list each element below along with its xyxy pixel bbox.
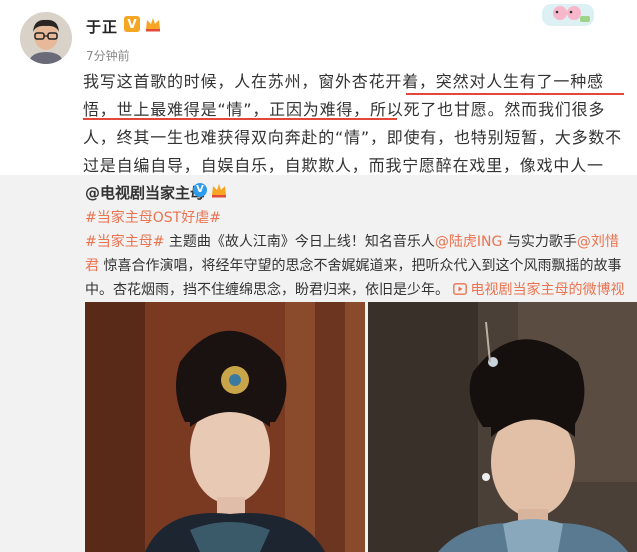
v-badge-icon: V	[124, 16, 140, 32]
post-time[interactable]: 7分钟前	[86, 47, 130, 64]
hashtag-link[interactable]: #当家主母OST好虐#	[85, 207, 221, 227]
crown-icon	[146, 18, 160, 32]
v-badge-icon: V	[193, 183, 207, 197]
repost-text: 主题曲《故人江南》今日上线！知名音乐人	[164, 234, 435, 250]
highlight-underline	[83, 118, 397, 120]
username[interactable]: 于正	[86, 16, 118, 37]
repost-text: 与实力歌手	[502, 234, 577, 250]
crown-icon	[212, 184, 226, 198]
repost-author[interactable]: @电视剧当家主母	[85, 182, 205, 203]
still-image[interactable]	[85, 302, 365, 552]
mention-link[interactable]: @陆虎ING	[435, 234, 502, 250]
user-avatar[interactable]	[20, 12, 72, 64]
highlight-underline	[406, 93, 624, 95]
video-icon	[453, 283, 468, 295]
weibo-post: 于正 V 7分钟前 我写这首歌的时候，人在苏州，窗外杏花开着，突然对人生有了一种…	[0, 0, 637, 552]
sticker-icon	[542, 4, 594, 26]
hashtag-link[interactable]: #当家主母#	[85, 234, 164, 250]
still-image[interactable]	[368, 302, 637, 552]
